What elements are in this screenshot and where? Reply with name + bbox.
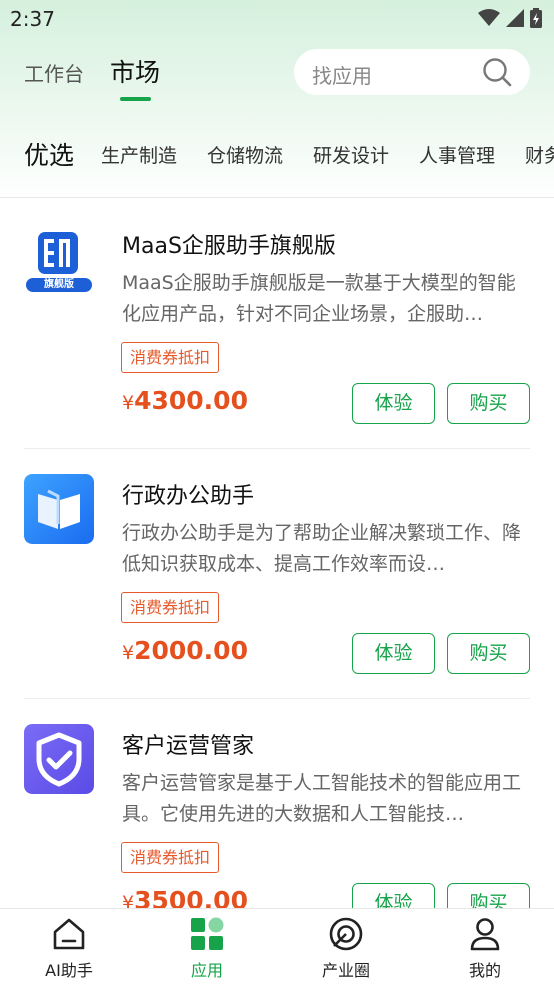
price-value: 4300.00 [134,386,248,415]
tab-market[interactable]: 市场 [110,53,160,89]
nav-label: AI助手 [45,961,93,980]
header: 工作台 市场 找应用 [0,40,554,110]
category-tabs: 优选 生产制造 仓储物流 研发设计 人事管理 财务 [0,130,554,174]
category-manufacturing[interactable]: 生产制造 [101,141,177,168]
product-card[interactable]: 行政办公助手 行政办公助手是为了帮助企业解决繁琐工作、降低知识获取成本、提高工作… [0,450,554,700]
coupon-badge: 消费券抵扣 [121,842,220,873]
signal-icon [506,9,524,27]
buy-button[interactable]: 购买 [447,383,530,424]
nav-label: 我的 [468,961,501,980]
nav-label: 产业圈 [321,961,370,980]
product-divider [24,698,530,699]
product-price: ¥4300.00 [122,386,248,415]
home-icon [53,918,85,950]
search-placeholder: 找应用 [312,64,372,88]
product-name[interactable]: MaaS企服助手旗舰版 [122,228,336,260]
status-time: 2:37 [10,7,55,31]
category-rnd[interactable]: 研发设计 [313,141,389,168]
nav-item-industry-circle[interactable]: 产业圈 [277,909,415,984]
category-featured[interactable]: 优选 [24,136,74,172]
status-bar: 2:37 [0,0,554,36]
nav-item-mine[interactable]: 我的 [416,909,554,984]
product-description: 行政办公助手是为了帮助企业解决繁琐工作、降低知识获取成本、提高工作效率而设… [122,522,522,575]
product-name[interactable]: 客户运营管家 [122,728,254,760]
book-icon [24,474,94,544]
bottom-nav: AI助手 应用 产业圈 我的 [0,908,554,984]
user-icon [470,918,500,951]
try-button[interactable]: 体验 [352,383,435,424]
currency-symbol: ¥ [122,642,135,664]
search-bar[interactable]: 找应用 [294,49,530,95]
product-divider [24,448,530,449]
product-card[interactable]: 旗舰版 MaaS企服助手旗舰版 MaaS企服助手旗舰版是一款基于大模型的智能化应… [0,200,554,450]
apps-grid-icon [191,917,224,950]
currency-symbol: ¥ [122,392,135,414]
status-icons [478,8,542,28]
nav-label: 应用 [190,961,223,980]
icon-badge-label: 旗舰版 [44,279,74,290]
product-name[interactable]: 行政办公助手 [122,478,254,510]
shield-check-icon [24,724,94,794]
category-divider [0,197,554,198]
product-description: MaaS企服助手旗舰版是一款基于大模型的智能化应用产品，针对不同企业场景，企服助… [122,272,516,325]
active-tab-indicator [120,97,151,101]
coupon-badge: 消费券抵扣 [121,342,220,373]
tab-workbench[interactable]: 工作台 [24,58,84,87]
product-description: 客户运营管家是基于人工智能技术的智能应用工具。它使用先进的大数据和人工智能技… [122,772,522,825]
price-value: 2000.00 [134,636,248,665]
category-hr[interactable]: 人事管理 [419,141,495,168]
maas-logo-icon: 旗舰版 [24,224,94,294]
coupon-badge: 消费券抵扣 [121,592,220,623]
nav-item-apps[interactable]: 应用 [138,909,276,984]
battery-icon [530,8,542,28]
try-button[interactable]: 体验 [352,633,435,674]
category-logistics[interactable]: 仓储物流 [207,141,283,168]
search-icon[interactable] [482,57,512,87]
product-price: ¥2000.00 [122,636,248,665]
nav-item-ai-assistant[interactable]: AI助手 [0,909,138,984]
wifi-icon [478,9,500,26]
target-icon [329,917,363,951]
buy-button[interactable]: 购买 [447,633,530,674]
category-finance[interactable]: 财务 [525,141,554,168]
